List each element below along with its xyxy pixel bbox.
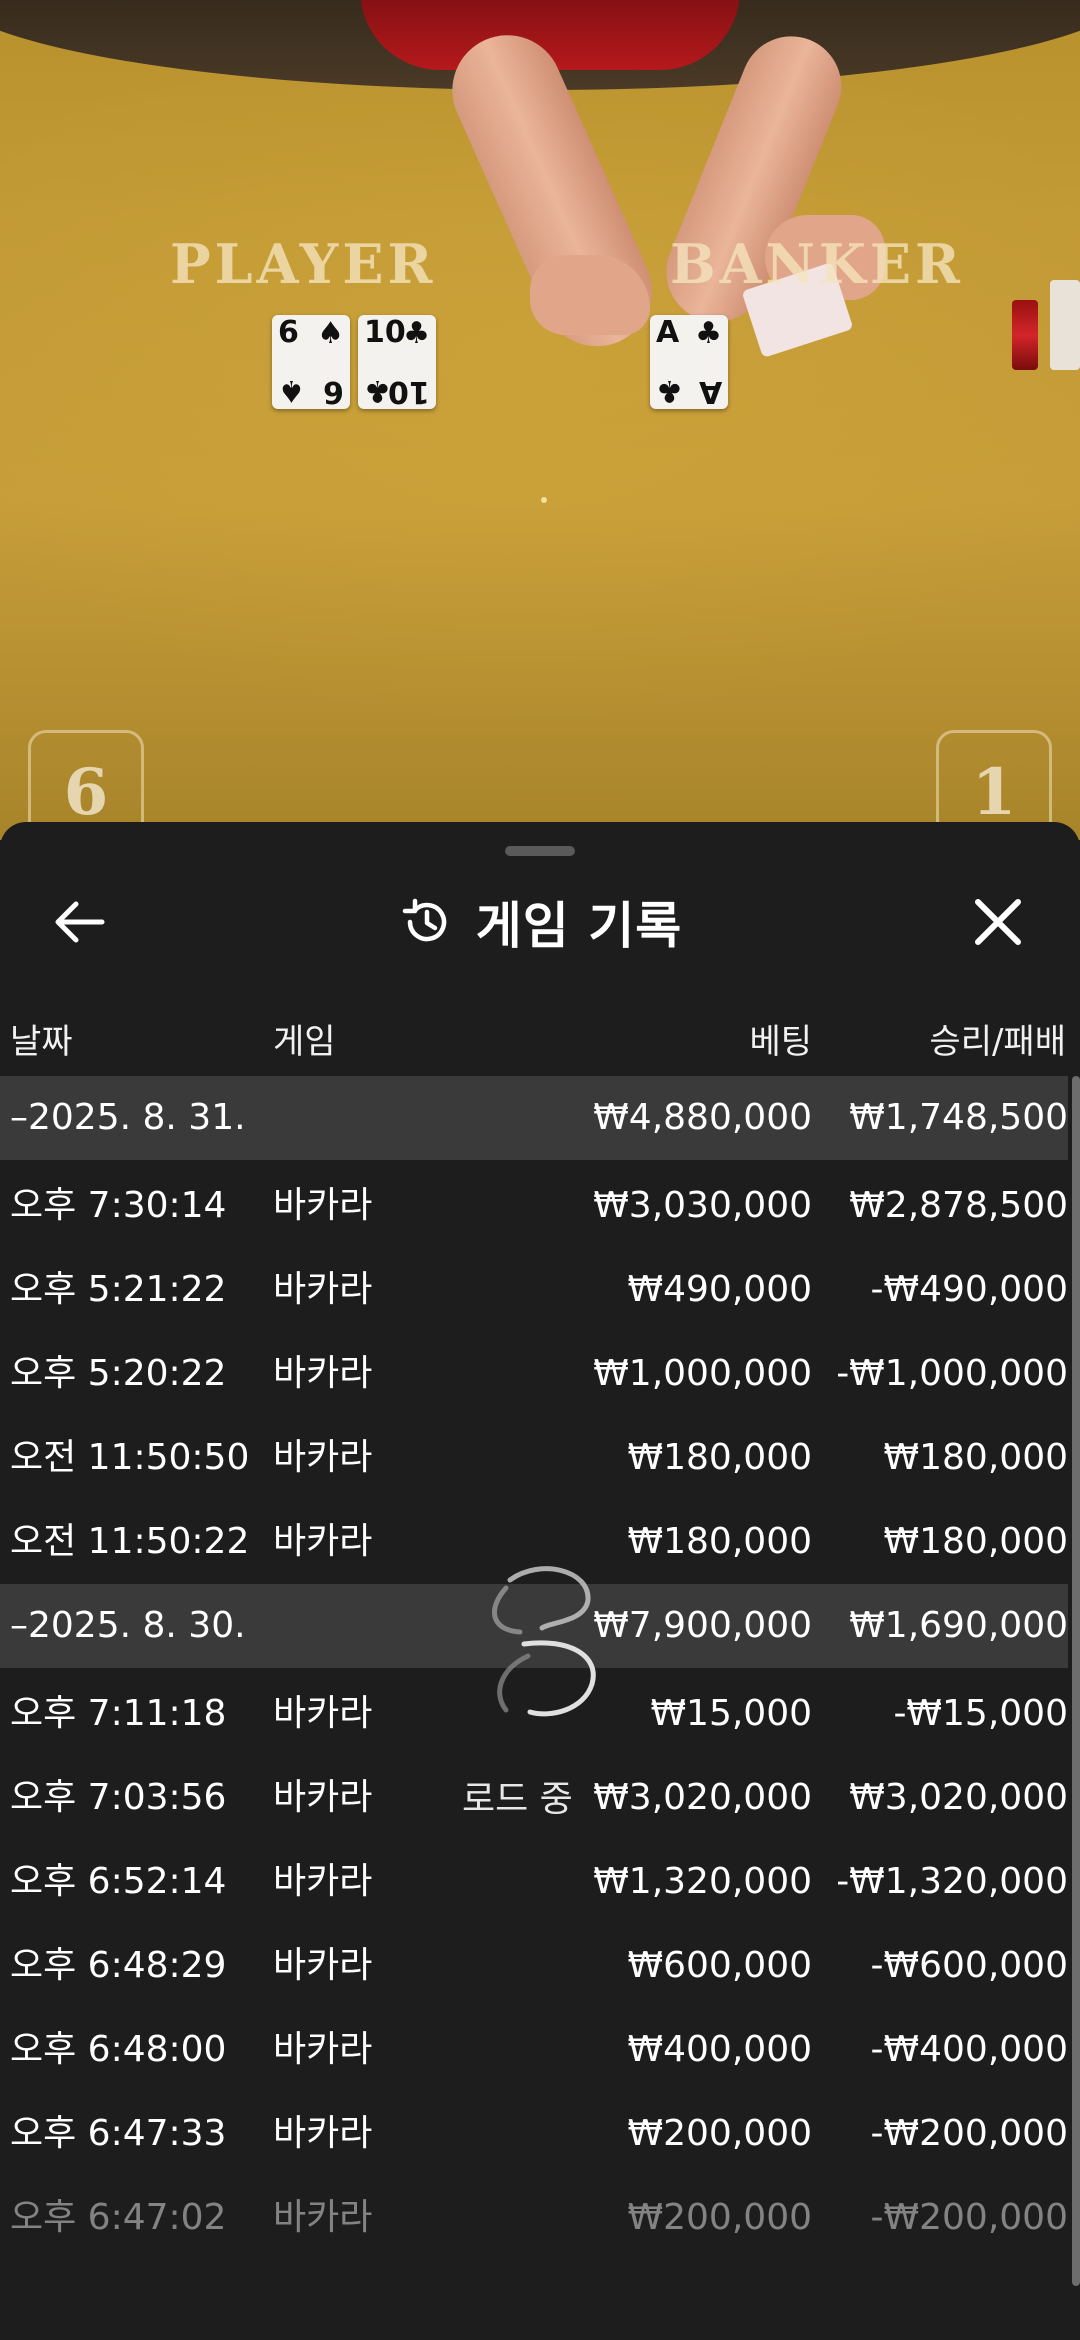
date-group-header[interactable]: –2025. 8. 31. ₩4,880,000 ₩1,748,500 bbox=[0, 1076, 1068, 1160]
row-game: 바카라 bbox=[273, 2029, 373, 2070]
row-time: 오전 11:50:50 bbox=[10, 1437, 250, 1478]
history-row[interactable]: 오후 6:48:00 바카라 ₩400,000 -₩400,000 bbox=[0, 2008, 1068, 2092]
row-time: 오후 5:21:22 bbox=[10, 1269, 227, 1310]
row-time: 오후 6:47:02 bbox=[10, 2197, 227, 2238]
row-time: 오후 6:48:29 bbox=[10, 1945, 227, 1986]
history-row[interactable]: 오후 7:30:14 바카라 ₩3,030,000 ₩2,878,500 bbox=[0, 1164, 1068, 1248]
history-row[interactable]: 오전 11:50:22 바카라 ₩180,000 ₩180,000 bbox=[0, 1500, 1068, 1584]
row-game: 바카라 bbox=[273, 2113, 373, 2154]
row-game: 바카라 bbox=[273, 1861, 373, 1902]
row-game: 바카라 bbox=[273, 1945, 373, 1986]
history-list[interactable]: –2025. 8. 31. ₩4,880,000 ₩1,748,500 오후 7… bbox=[0, 1076, 1068, 2260]
row-bet: ₩15,000 bbox=[650, 1693, 812, 1734]
row-bet: ₩180,000 bbox=[627, 1521, 812, 1562]
row-result: -₩490,000 bbox=[870, 1269, 1068, 1310]
row-game: 바카라 bbox=[273, 1353, 373, 1394]
row-bet: ₩3,020,000 bbox=[593, 1777, 812, 1818]
history-icon bbox=[402, 898, 447, 942]
row-time: 오후 7:30:14 bbox=[10, 1185, 227, 1226]
row-game: 바카라 bbox=[273, 1777, 373, 1818]
row-result: -₩15,000 bbox=[893, 1693, 1068, 1734]
row-result: -₩600,000 bbox=[870, 1945, 1068, 1986]
row-result: -₩1,320,000 bbox=[836, 1861, 1068, 1902]
group-bet-total: ₩4,880,000 bbox=[593, 1097, 812, 1138]
history-row[interactable]: 오후 6:47:02 바카라 ₩200,000 -₩200,000 bbox=[0, 2176, 1068, 2260]
close-button[interactable] bbox=[958, 882, 1038, 962]
group-bet-total: ₩7,900,000 bbox=[593, 1605, 812, 1646]
row-game: 바카라 bbox=[273, 1693, 373, 1734]
row-time: 오후 6:47:33 bbox=[10, 2113, 227, 2154]
loading-text: 로드 중 bbox=[462, 1779, 573, 1820]
scrollbar[interactable] bbox=[1072, 1076, 1080, 2286]
row-time: 오후 5:20:22 bbox=[10, 1353, 227, 1394]
row-game: 바카라 bbox=[273, 1521, 373, 1562]
column-header-date: 날짜 bbox=[10, 1022, 73, 1062]
history-row[interactable]: 오전 11:50:50 바카라 ₩180,000 ₩180,000 bbox=[0, 1416, 1068, 1500]
row-bet: ₩400,000 bbox=[627, 2029, 812, 2070]
column-header-game: 게임 bbox=[273, 1022, 336, 1062]
row-result: -₩200,000 bbox=[870, 2197, 1068, 2238]
history-row[interactable]: 오후 6:48:29 바카라 ₩600,000 -₩600,000 bbox=[0, 1924, 1068, 2008]
row-bet: ₩1,000,000 bbox=[593, 1353, 812, 1394]
row-result: -₩200,000 bbox=[870, 2113, 1068, 2154]
player-card-2: 10 ♣ 10 ♣ bbox=[358, 315, 436, 409]
row-bet: ₩600,000 bbox=[627, 1945, 812, 1986]
history-row[interactable]: 오후 7:11:18 바카라 ₩15,000 -₩15,000 bbox=[0, 1672, 1068, 1756]
row-game: 바카라 bbox=[273, 1437, 373, 1478]
chip-stack bbox=[1012, 300, 1038, 370]
history-row[interactable]: 오후 6:47:33 바카라 ₩200,000 -₩200,000 bbox=[0, 2092, 1068, 2176]
row-game: 바카라 bbox=[273, 2197, 373, 2238]
game-history-sheet: 게임 기록 날짜 게임 베팅 승리/패배 –2025. 8. 31. ₩4,88… bbox=[0, 822, 1080, 2340]
row-bet: ₩1,320,000 bbox=[593, 1861, 812, 1902]
row-time: 오후 7:11:18 bbox=[10, 1693, 227, 1734]
row-bet: ₩200,000 bbox=[627, 2197, 812, 2238]
banker-card-1: A ♣ A ♣ bbox=[650, 315, 728, 409]
column-header-bet: 베팅 bbox=[749, 1022, 812, 1062]
group-result-total: ₩1,748,500 bbox=[849, 1097, 1068, 1138]
row-bet: ₩3,030,000 bbox=[593, 1185, 812, 1226]
table-marker bbox=[541, 497, 547, 503]
history-row[interactable]: 오후 5:21:22 바카라 ₩490,000 -₩490,000 bbox=[0, 1248, 1068, 1332]
player-card-1: 6 ♠ 6 ♠ bbox=[272, 315, 350, 409]
banker-label: BANKER bbox=[670, 232, 964, 296]
row-result: ₩2,878,500 bbox=[849, 1185, 1068, 1226]
date-group-header[interactable]: –2025. 8. 30. ₩7,900,000 ₩1,690,000 bbox=[0, 1584, 1068, 1668]
live-game-video: PLAYER BANKER 6 ♠ 6 ♠ 10 ♣ 10 ♣ A ♣ A ♣ … bbox=[0, 0, 1080, 840]
history-row[interactable]: 오후 6:52:14 바카라 ₩1,320,000 -₩1,320,000 bbox=[0, 1840, 1068, 1924]
row-bet: ₩200,000 bbox=[627, 2113, 812, 2154]
sheet-drag-handle[interactable] bbox=[505, 846, 575, 856]
row-time: 오후 7:03:56 bbox=[10, 1777, 227, 1818]
card-shoe bbox=[1050, 280, 1080, 370]
history-row[interactable]: 오후 5:20:22 바카라 ₩1,000,000 -₩1,000,000 bbox=[0, 1332, 1068, 1416]
row-result: ₩180,000 bbox=[883, 1521, 1068, 1562]
group-date: –2025. 8. 30. bbox=[10, 1605, 246, 1646]
row-bet: ₩490,000 bbox=[627, 1269, 812, 1310]
group-result-total: ₩1,690,000 bbox=[849, 1605, 1068, 1646]
row-time: 오후 6:52:14 bbox=[10, 1861, 227, 1902]
row-time: 오후 6:48:00 bbox=[10, 2029, 227, 2070]
row-result: ₩3,020,000 bbox=[849, 1777, 1068, 1818]
row-result: -₩1,000,000 bbox=[836, 1353, 1068, 1394]
column-header-result: 승리/패배 bbox=[929, 1022, 1066, 1062]
row-bet: ₩180,000 bbox=[627, 1437, 812, 1478]
row-game: 바카라 bbox=[273, 1269, 373, 1310]
close-icon bbox=[975, 899, 1021, 945]
row-result: -₩400,000 bbox=[870, 2029, 1068, 2070]
row-result: ₩180,000 bbox=[883, 1437, 1068, 1478]
row-game: 바카라 bbox=[273, 1185, 373, 1226]
player-label: PLAYER bbox=[170, 232, 437, 296]
sheet-title: 게임 기록 bbox=[475, 897, 683, 955]
row-time: 오전 11:50:22 bbox=[10, 1521, 250, 1562]
group-date: –2025. 8. 31. bbox=[10, 1097, 246, 1138]
sheet-header: 게임 기록 bbox=[0, 882, 1080, 962]
